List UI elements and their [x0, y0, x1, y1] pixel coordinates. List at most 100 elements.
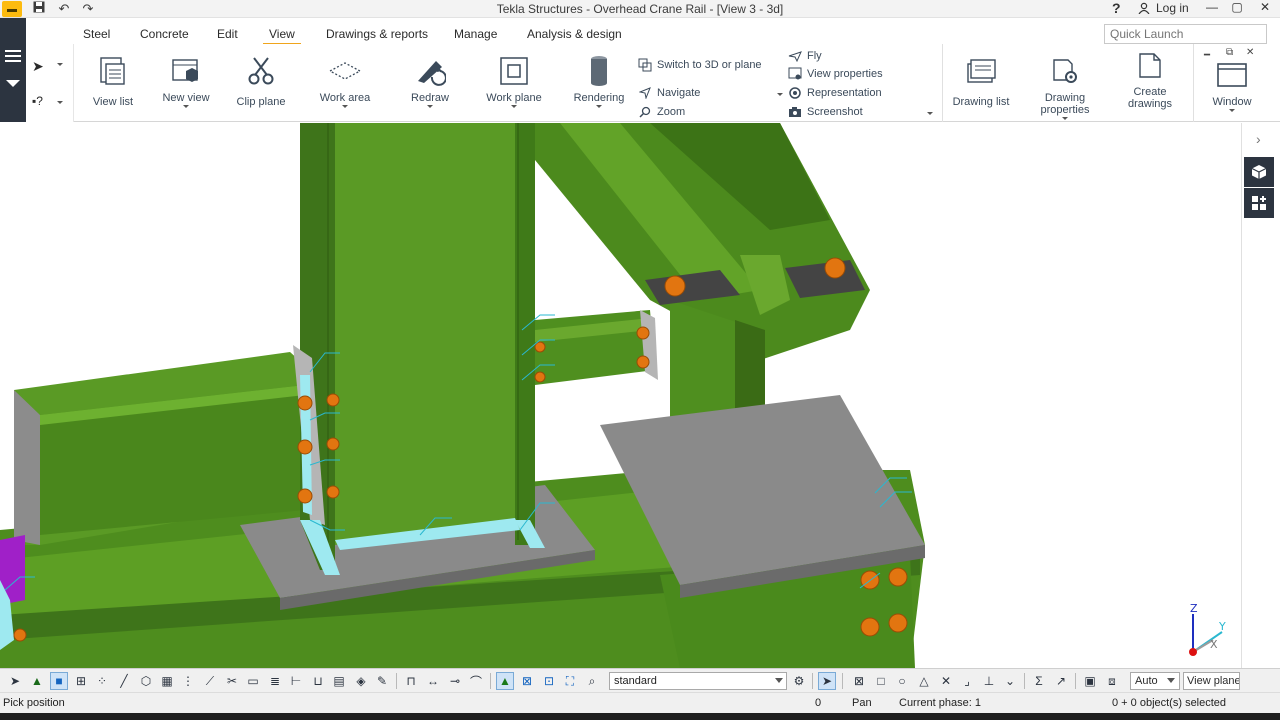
left-nav-strip: [0, 18, 26, 122]
query-icon[interactable]: ▪?: [32, 94, 43, 108]
model-viewport-3d[interactable]: Z Y X: [0, 123, 1241, 668]
select-cube-icon[interactable]: ⬡: [137, 672, 155, 690]
select-rect-icon[interactable]: ▭: [244, 672, 262, 690]
select-square-icon[interactable]: ■: [50, 672, 68, 690]
snap-line-icon[interactable]: ↔: [424, 672, 442, 690]
rendering-button[interactable]: Rendering: [571, 54, 627, 108]
snap-zoom-icon[interactable]: ⌕: [583, 672, 601, 690]
login-button[interactable]: Log in: [1138, 1, 1189, 15]
smart-select-icon[interactable]: ➤: [818, 672, 836, 690]
chevron-down-icon[interactable]: [6, 80, 20, 87]
select-arrow-icon[interactable]: ➤: [32, 58, 44, 75]
select-bars-icon[interactable]: ≣: [266, 672, 284, 690]
tab-drawings-reports[interactable]: Drawings & reports: [326, 27, 428, 41]
select-grid-icon[interactable]: ⊞: [72, 672, 90, 690]
snap-cross-icon[interactable]: ✕: [937, 672, 955, 690]
tab-view[interactable]: View: [263, 27, 301, 46]
select-arrow-icon[interactable]: ➤: [6, 672, 24, 690]
new-view-button[interactable]: New view: [161, 54, 211, 108]
representation-button[interactable]: Representation: [788, 86, 882, 100]
close-button[interactable]: ✕: [1256, 0, 1274, 16]
tekla-logo-icon[interactable]: ▬: [2, 1, 22, 17]
view-list-button[interactable]: View list: [88, 54, 138, 108]
ribbon-close-icon[interactable]: ✕: [1246, 47, 1254, 58]
snap-corner-icon[interactable]: ⌟: [958, 672, 976, 690]
menu-icon[interactable]: [5, 50, 21, 62]
snap-box-icon[interactable]: □: [872, 672, 890, 690]
select-pencil-icon[interactable]: ✎: [373, 672, 391, 690]
tab-edit[interactable]: Edit: [217, 27, 238, 41]
work-area-button[interactable]: Work area: [318, 54, 372, 108]
plane-corners-icon[interactable]: ⧈: [1103, 672, 1121, 690]
snap-chevron-icon[interactable]: ⌄: [1001, 672, 1019, 690]
snap-box-x-icon[interactable]: ⊠: [850, 672, 868, 690]
clip-plane-button[interactable]: Clip plane: [234, 54, 288, 108]
snap-bracket-icon[interactable]: ⊓: [402, 672, 420, 690]
create-drawings-button[interactable]: Create drawings: [1116, 48, 1184, 110]
select-bolt-icon[interactable]: ⋮: [179, 672, 197, 690]
select-surface-icon[interactable]: ▤: [330, 672, 348, 690]
axis-z-label: Z: [1190, 602, 1198, 615]
clip-plane-label: Clip plane: [236, 96, 286, 108]
snap-circle-icon[interactable]: ○: [893, 672, 911, 690]
fly-button[interactable]: Fly: [788, 49, 822, 63]
snap-blue-icon[interactable]: ⊡: [540, 672, 558, 690]
tab-analysis-design[interactable]: Analysis & design: [527, 27, 622, 41]
auto-select[interactable]: Auto: [1130, 672, 1180, 690]
drawing-list-button[interactable]: Drawing list: [951, 54, 1011, 108]
navigate-button[interactable]: Navigate: [638, 86, 700, 100]
filter-settings-icon[interactable]: ⚙: [790, 672, 808, 690]
quick-launch-input[interactable]: [1104, 24, 1267, 44]
selection-tools: ➤ ▪?: [26, 44, 74, 122]
select-cut-icon[interactable]: ✂: [223, 672, 241, 690]
select-align-icon[interactable]: ⊢: [287, 672, 305, 690]
snap-free-icon[interactable]: ↗: [1052, 672, 1070, 690]
snap-midpoint-icon[interactable]: ⊸: [446, 672, 464, 690]
snap-corners-icon[interactable]: ⛶: [561, 672, 579, 690]
maximize-button[interactable]: ▢: [1228, 0, 1246, 16]
view-filter-select[interactable]: standard: [609, 672, 787, 690]
chevron-down-icon[interactable]: [57, 63, 63, 66]
chevron-down-icon[interactable]: [777, 93, 783, 96]
view-plane-select[interactable]: View plane: [1183, 672, 1240, 690]
select-dots-icon[interactable]: ⁘: [93, 672, 111, 690]
auto-select-value: Auto: [1135, 675, 1158, 687]
select-line-icon[interactable]: ╱: [115, 672, 133, 690]
snap-perp-icon[interactable]: ⊥: [980, 672, 998, 690]
snap-triangle-icon[interactable]: △: [915, 672, 933, 690]
select-weld-icon[interactable]: ⟋: [201, 672, 219, 690]
work-plane-button[interactable]: Work plane: [484, 54, 544, 108]
window-button[interactable]: Window: [1204, 58, 1260, 112]
select-triangle-icon[interactable]: ▲: [28, 672, 46, 690]
snap-arc-icon[interactable]: ⌒: [467, 672, 485, 690]
tab-steel[interactable]: Steel: [83, 27, 110, 41]
applications-button[interactable]: [1244, 188, 1274, 218]
zoom-button[interactable]: Zoom: [638, 105, 685, 119]
switch-3d-button[interactable]: Switch to 3D or plane: [638, 58, 762, 72]
model-cube-button[interactable]: [1244, 157, 1274, 187]
tab-concrete[interactable]: Concrete: [140, 27, 189, 41]
snap-blue-square-icon[interactable]: ⊠: [518, 672, 536, 690]
select-mesh-icon[interactable]: ▦: [158, 672, 176, 690]
undo-icon[interactable]: ↶: [56, 1, 72, 17]
select-u-icon[interactable]: ⊔: [309, 672, 327, 690]
redraw-button[interactable]: Redraw: [406, 54, 454, 108]
select-layers-icon[interactable]: ◈: [352, 672, 370, 690]
left-beam-end-plate: [14, 390, 40, 545]
save-icon[interactable]: [31, 1, 47, 17]
view-properties-button[interactable]: View properties: [788, 67, 883, 81]
snap-green-icon[interactable]: ▲: [496, 672, 514, 690]
tab-manage[interactable]: Manage: [454, 27, 497, 41]
navigate-icon: [638, 86, 652, 100]
ribbon-restore-icon[interactable]: ⧉: [1226, 47, 1233, 58]
snap-sigma-icon[interactable]: Σ: [1030, 672, 1048, 690]
chevron-down-icon[interactable]: [927, 112, 933, 115]
chevron-right-icon[interactable]: ›: [1256, 131, 1261, 147]
help-icon[interactable]: ?: [1112, 0, 1121, 16]
redo-icon[interactable]: ↷: [80, 1, 96, 17]
chevron-down-icon[interactable]: [57, 101, 63, 104]
drawing-properties-button[interactable]: Drawing properties: [1029, 54, 1101, 120]
screenshot-button[interactable]: Screenshot: [788, 105, 863, 119]
plane-icon[interactable]: ▣: [1081, 672, 1099, 690]
minimize-button[interactable]: —: [1203, 0, 1221, 16]
